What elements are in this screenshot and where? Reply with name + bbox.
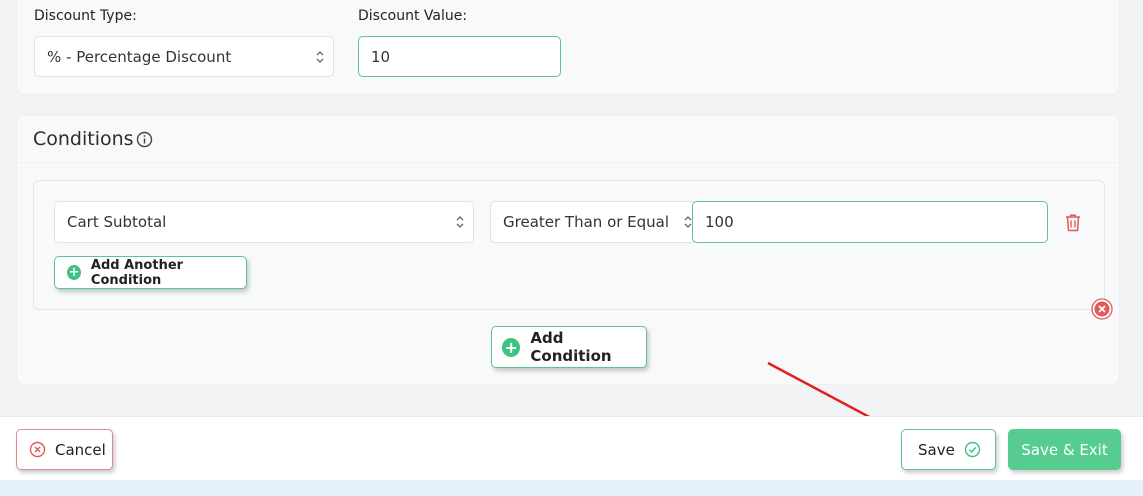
discount-card: Discount Type: % - Percentage Discount D… — [16, 0, 1120, 95]
save-label: Save — [918, 440, 955, 459]
save-button[interactable]: Save — [901, 429, 996, 470]
plus-circle-icon: + — [67, 265, 81, 280]
condition-value-input[interactable]: 100 — [692, 201, 1048, 243]
conditions-header: Conditions — [17, 116, 1119, 163]
discount-type-select[interactable]: % - Percentage Discount — [34, 36, 334, 77]
remove-group-icon[interactable] — [1091, 298, 1113, 320]
save-and-exit-label: Save & Exit — [1021, 440, 1108, 459]
save-and-exit-button[interactable]: Save & Exit — [1008, 429, 1121, 470]
select-chevron-icon — [316, 50, 324, 63]
trash-icon[interactable] — [1064, 213, 1082, 232]
add-another-condition-label: Add Another Condition — [90, 257, 184, 288]
select-chevron-icon — [456, 216, 464, 228]
discount-value-label: Discount Value: — [358, 8, 468, 24]
footer-bar: Cancel Save Save & Exit — [0, 416, 1143, 481]
add-condition-button[interactable]: + Add Condition — [491, 326, 647, 368]
discount-value-text: 10 — [371, 47, 391, 66]
add-condition-label: Add Condition — [530, 329, 612, 365]
condition-field-select[interactable]: Cart Subtotal — [54, 201, 474, 243]
condition-group: Cart Subtotal Greater Than or Equal 100 … — [33, 180, 1105, 310]
condition-field-value: Cart Subtotal — [67, 213, 167, 231]
plus-circle-icon: + — [502, 337, 521, 357]
check-circle-icon — [964, 441, 981, 458]
discount-value-input[interactable]: 10 — [358, 36, 561, 77]
discount-type-value: % - Percentage Discount — [47, 47, 232, 66]
bottom-strip — [0, 480, 1143, 496]
condition-value-text: 100 — [705, 213, 734, 231]
condition-operator-select[interactable]: Greater Than or Equal — [490, 201, 696, 243]
cancel-x-icon — [29, 441, 46, 458]
cancel-button[interactable]: Cancel — [16, 429, 113, 470]
condition-operator-value: Greater Than or Equal — [503, 213, 670, 231]
info-icon[interactable] — [136, 131, 153, 148]
conditions-card: Conditions Cart Subtotal Greater Than or… — [16, 115, 1120, 385]
add-another-condition-button[interactable]: + Add Another Condition — [54, 256, 247, 289]
discount-type-label: Discount Type: — [34, 8, 137, 24]
conditions-title: Conditions — [33, 128, 134, 150]
cancel-label: Cancel — [55, 440, 106, 459]
